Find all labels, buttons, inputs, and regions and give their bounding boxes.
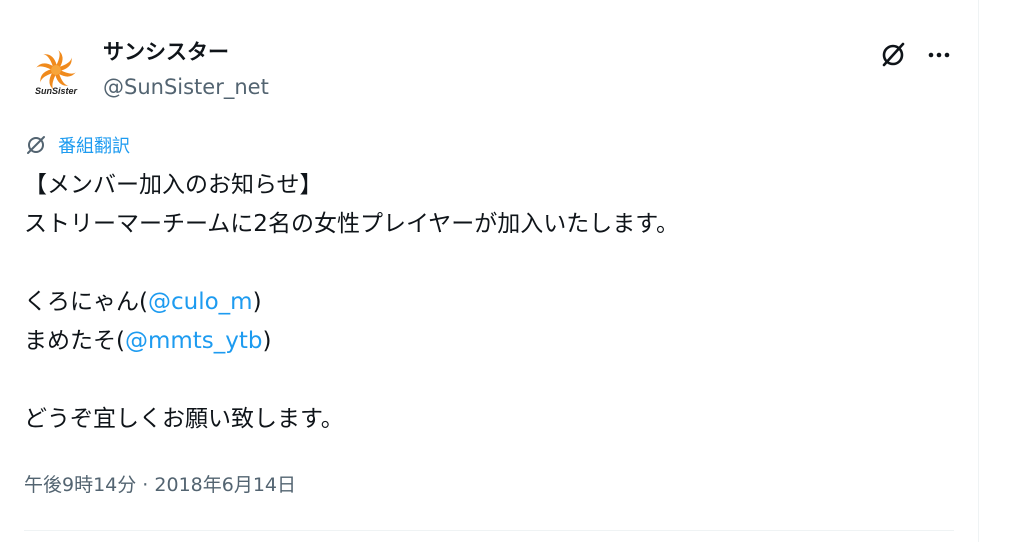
mention-link-mmts-ytb[interactable]: @mmts_ytb xyxy=(125,328,263,354)
timestamp-date[interactable]: 2018年6月14日 xyxy=(154,474,296,496)
tweet-line: ストリーマーチームに2名の女性プレイヤーが加入いたします。 xyxy=(24,211,679,237)
paren-close: ) xyxy=(252,289,262,315)
more-dots-icon xyxy=(928,52,950,58)
tweet-line-member1: くろにゃん(@culo_m) xyxy=(24,283,954,322)
timestamp-separator: · xyxy=(136,474,155,496)
member-name: まめたそ( xyxy=(24,328,125,354)
translate-label: 番組翻訳 xyxy=(58,136,130,157)
grok-icon xyxy=(882,42,905,67)
mention-link-culo-m[interactable]: @culo_m xyxy=(148,289,253,315)
column-border xyxy=(978,0,979,542)
translate-post-link[interactable]: 番組翻訳 xyxy=(24,132,130,158)
tweet-line: どうぞ宜しくお願い致します。 xyxy=(24,406,344,432)
tweet-line-member2: まめたそ(@mmts_ytb) xyxy=(24,322,954,361)
divider xyxy=(24,530,954,531)
avatar[interactable]: SunSister xyxy=(24,44,88,108)
author-handle[interactable]: @SunSister_net xyxy=(103,73,269,101)
timestamp: 午後9時14分 · 2018年6月14日 xyxy=(24,472,296,498)
grok-translate-icon xyxy=(27,136,45,154)
author-display-name[interactable]: サンシスター xyxy=(103,38,229,66)
tweet-line: 【メンバー加入のお知らせ】 xyxy=(24,172,323,198)
svg-text:SunSister: SunSister xyxy=(35,86,78,96)
sun-logo-icon: SunSister xyxy=(35,50,78,96)
tweet-text: 【メンバー加入のお知らせ】 ストリーマーチームに2名の女性プレイヤーが加入いたし… xyxy=(24,166,954,439)
paren-close: ) xyxy=(262,328,272,354)
timestamp-time[interactable]: 午後9時14分 xyxy=(24,474,136,496)
member-name: くろにゃん( xyxy=(24,289,148,315)
grok-button[interactable] xyxy=(876,38,910,72)
tweet: SunSister サンシスター @SunSister_net 番組翻訳 【メン… xyxy=(0,0,978,542)
more-options-button[interactable] xyxy=(922,38,956,72)
